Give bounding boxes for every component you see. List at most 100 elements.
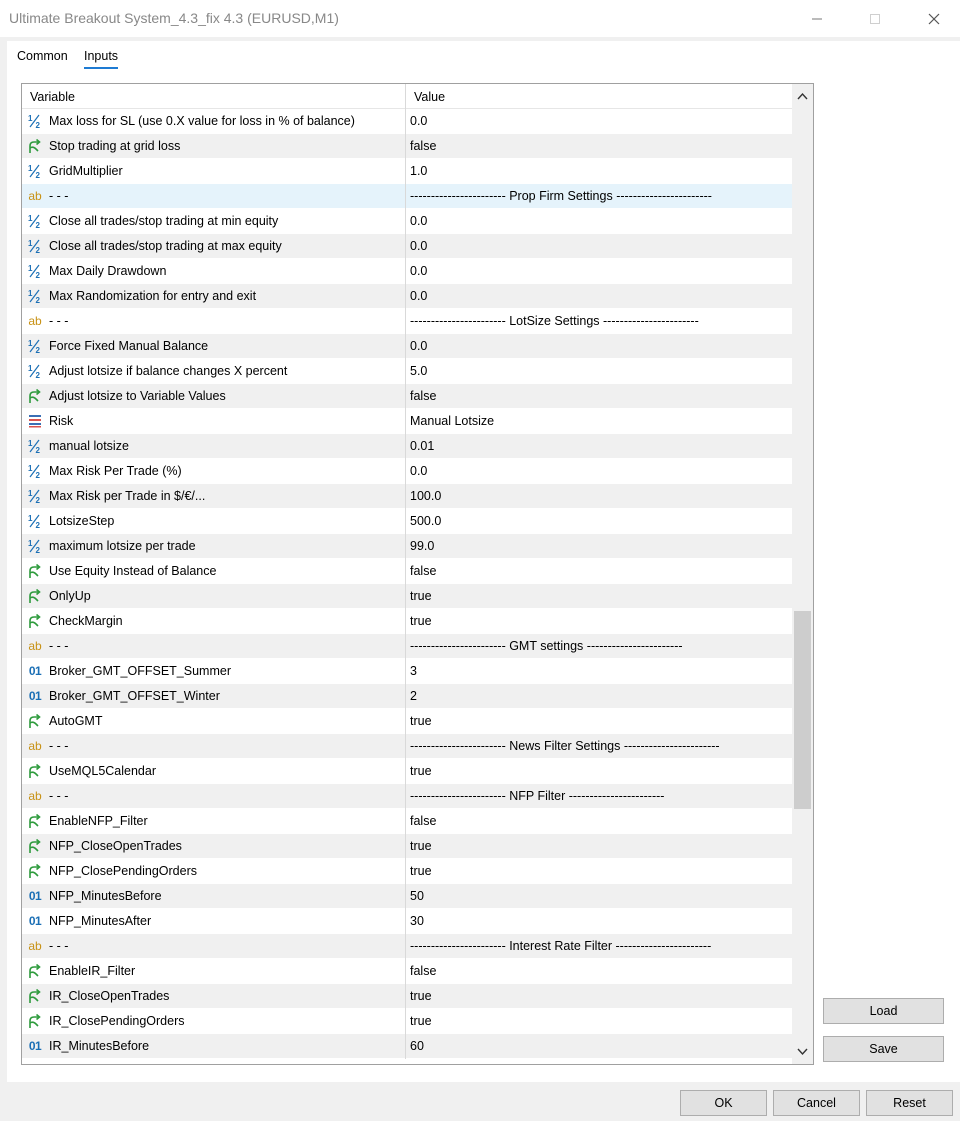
variable-value[interactable]: 0.0 <box>410 289 427 303</box>
variable-name: - - - <box>49 639 69 653</box>
variable-value[interactable]: ----------------------- News Filter Sett… <box>410 739 720 753</box>
table-row[interactable]: NFP_ClosePendingOrders true <box>22 859 792 884</box>
variable-value[interactable]: Manual Lotsize <box>410 414 494 428</box>
variable-value[interactable]: false <box>410 964 436 978</box>
variable-value[interactable]: 0.0 <box>410 264 427 278</box>
variable-value[interactable]: 99.0 <box>410 539 434 553</box>
table-row[interactable]: EnableIR_Filter false <box>22 959 792 984</box>
table-row[interactable]: NFP_CloseOpenTrades true <box>22 834 792 859</box>
close-window-button[interactable] <box>911 0 957 37</box>
svg-text:1: 1 <box>28 489 33 498</box>
svg-text:1: 1 <box>28 464 33 473</box>
table-row[interactable]: 1 2 LotsizeStep 500.0 <box>22 509 792 534</box>
table-row[interactable]: 1 2 Max Daily Drawdown 0.0 <box>22 259 792 284</box>
variable-value[interactable]: true <box>410 989 432 1003</box>
variable-value[interactable]: 0.0 <box>410 239 427 253</box>
table-row[interactable]: 1 2 Close all trades/stop trading at min e… <box>22 209 792 234</box>
variable-value[interactable]: false <box>410 814 436 828</box>
variable-value[interactable]: 100.0 <box>410 489 441 503</box>
table-row[interactable]: 1 2 GridMultiplier 1.0 <box>22 159 792 184</box>
table-row[interactable]: IR_CloseOpenTrades true <box>22 984 792 1009</box>
table-row[interactable]: Adjust lotsize to Variable Values false <box>22 384 792 409</box>
variable-value[interactable]: 60 <box>410 1039 424 1053</box>
column-header-variable[interactable]: Variable <box>30 90 75 104</box>
table-row[interactable]: ab - - - ----------------------- News Filt… <box>22 734 792 759</box>
variable-value[interactable]: true <box>410 589 432 603</box>
variable-value[interactable]: ----------------------- Prop Firm Settin… <box>410 189 712 203</box>
table-row[interactable]: 1 2 Max Risk Per Trade (%) 0.0 <box>22 459 792 484</box>
variable-value[interactable]: 0.01 <box>410 439 434 453</box>
table-row[interactable]: AutoGMT true <box>22 709 792 734</box>
variable-value[interactable]: false <box>410 139 436 153</box>
variable-value[interactable]: 50 <box>410 889 424 903</box>
ok-button[interactable]: OK <box>680 1090 767 1116</box>
load-button[interactable]: Load <box>823 998 944 1024</box>
table-row[interactable]: 01 IR_MinutesBefore 60 <box>22 1034 792 1059</box>
table-row[interactable]: ab - - - ----------------------- Interest … <box>22 934 792 959</box>
variable-value[interactable]: 30 <box>410 914 424 928</box>
column-divider[interactable] <box>405 84 406 109</box>
variable-value[interactable]: true <box>410 714 432 728</box>
variable-value[interactable]: ----------------------- LotSize Settings… <box>410 314 699 328</box>
scroll-down-icon[interactable] <box>795 1044 810 1059</box>
column-header-value[interactable]: Value <box>414 90 445 104</box>
table-row[interactable]: EnableNFP_Filter false <box>22 809 792 834</box>
tab-inputs[interactable]: Inputs <box>84 49 119 69</box>
variable-value[interactable]: 5.0 <box>410 364 427 378</box>
table-row[interactable]: ab - - - ----------------------- NFP Filte… <box>22 784 792 809</box>
variable-value[interactable]: 0.0 <box>410 214 427 228</box>
table-row[interactable]: Risk Manual Lotsize <box>22 409 792 434</box>
table-row[interactable]: 1 2 Force Fixed Manual Balance 0.0 <box>22 334 792 359</box>
table-row[interactable]: ab - - - ----------------------- GMT setti… <box>22 634 792 659</box>
table-row[interactable]: OnlyUp true <box>22 584 792 609</box>
minimize-button[interactable] <box>794 0 840 37</box>
reset-button[interactable]: Reset <box>866 1090 953 1116</box>
variable-value[interactable]: 0.0 <box>410 464 427 478</box>
table-row[interactable]: 1 2 maximum lotsize per trade 99.0 <box>22 534 792 559</box>
table-row[interactable]: 01 Broker_GMT_OFFSET_Summer 3 <box>22 659 792 684</box>
variable-value[interactable]: false <box>410 564 436 578</box>
boolean-arrow-icon <box>27 813 43 829</box>
table-row[interactable]: 1 2 manual lotsize 0.01 <box>22 434 792 459</box>
variable-value[interactable]: ----------------------- GMT settings ---… <box>410 639 683 653</box>
table-row[interactable]: CheckMargin true <box>22 609 792 634</box>
svg-text:1: 1 <box>28 364 33 373</box>
variable-value[interactable]: true <box>410 864 432 878</box>
table-row[interactable]: Stop trading at grid loss false <box>22 134 792 159</box>
variable-value[interactable]: 3 <box>410 664 417 678</box>
svg-text:2: 2 <box>36 521 41 529</box>
variable-value[interactable]: 0.0 <box>410 114 427 128</box>
table-row[interactable]: UseMQL5Calendar true <box>22 759 792 784</box>
variable-value[interactable]: true <box>410 839 432 853</box>
table-row[interactable]: Use Equity Instead of Balance false <box>22 559 792 584</box>
variable-value[interactable]: true <box>410 614 432 628</box>
variable-value[interactable]: 1.0 <box>410 164 427 178</box>
tab-common[interactable]: Common <box>17 49 68 63</box>
table-row[interactable]: IR_ClosePendingOrders true <box>22 1009 792 1034</box>
table-row[interactable]: 01 Broker_GMT_OFFSET_Winter 2 <box>22 684 792 709</box>
table-row[interactable]: 1 2 Max Risk per Trade in $/€/... 100.0 <box>22 484 792 509</box>
table-row[interactable]: 1 2 Adjust lotsize if balance changes X pe… <box>22 359 792 384</box>
variable-value[interactable]: 500.0 <box>410 514 441 528</box>
variable-value[interactable]: false <box>410 389 436 403</box>
variable-value[interactable]: 0.0 <box>410 339 427 353</box>
variable-value[interactable]: true <box>410 1014 432 1028</box>
variable-name: IR_CloseOpenTrades <box>49 989 170 1003</box>
variable-value[interactable]: true <box>410 764 432 778</box>
cell-divider <box>405 109 406 134</box>
save-button[interactable]: Save <box>823 1036 944 1062</box>
table-row[interactable]: ab - - - ----------------------- Prop Firm… <box>22 184 792 209</box>
table-row[interactable]: 1 2 Max loss for SL (use 0.X value for los… <box>22 109 792 134</box>
cancel-button[interactable]: Cancel <box>773 1090 860 1116</box>
table-row[interactable]: ab - - - ----------------------- LotSize S… <box>22 309 792 334</box>
variable-value[interactable]: 2 <box>410 689 417 703</box>
table-row[interactable]: 01 NFP_MinutesAfter 30 <box>22 909 792 934</box>
scroll-up-icon[interactable] <box>795 89 810 104</box>
table-row[interactable]: 1 2 Max Randomization for entry and exit 0.… <box>22 284 792 309</box>
table-row[interactable]: 01 NFP_MinutesBefore 50 <box>22 884 792 909</box>
vertical-scrollbar[interactable] <box>792 84 813 1064</box>
variable-value[interactable]: ----------------------- Interest Rate Fi… <box>410 939 711 953</box>
variable-value[interactable]: ----------------------- NFP Filter -----… <box>410 789 664 803</box>
table-row[interactable]: 1 2 Close all trades/stop trading at max e… <box>22 234 792 259</box>
scrollbar-thumb[interactable] <box>794 611 811 809</box>
